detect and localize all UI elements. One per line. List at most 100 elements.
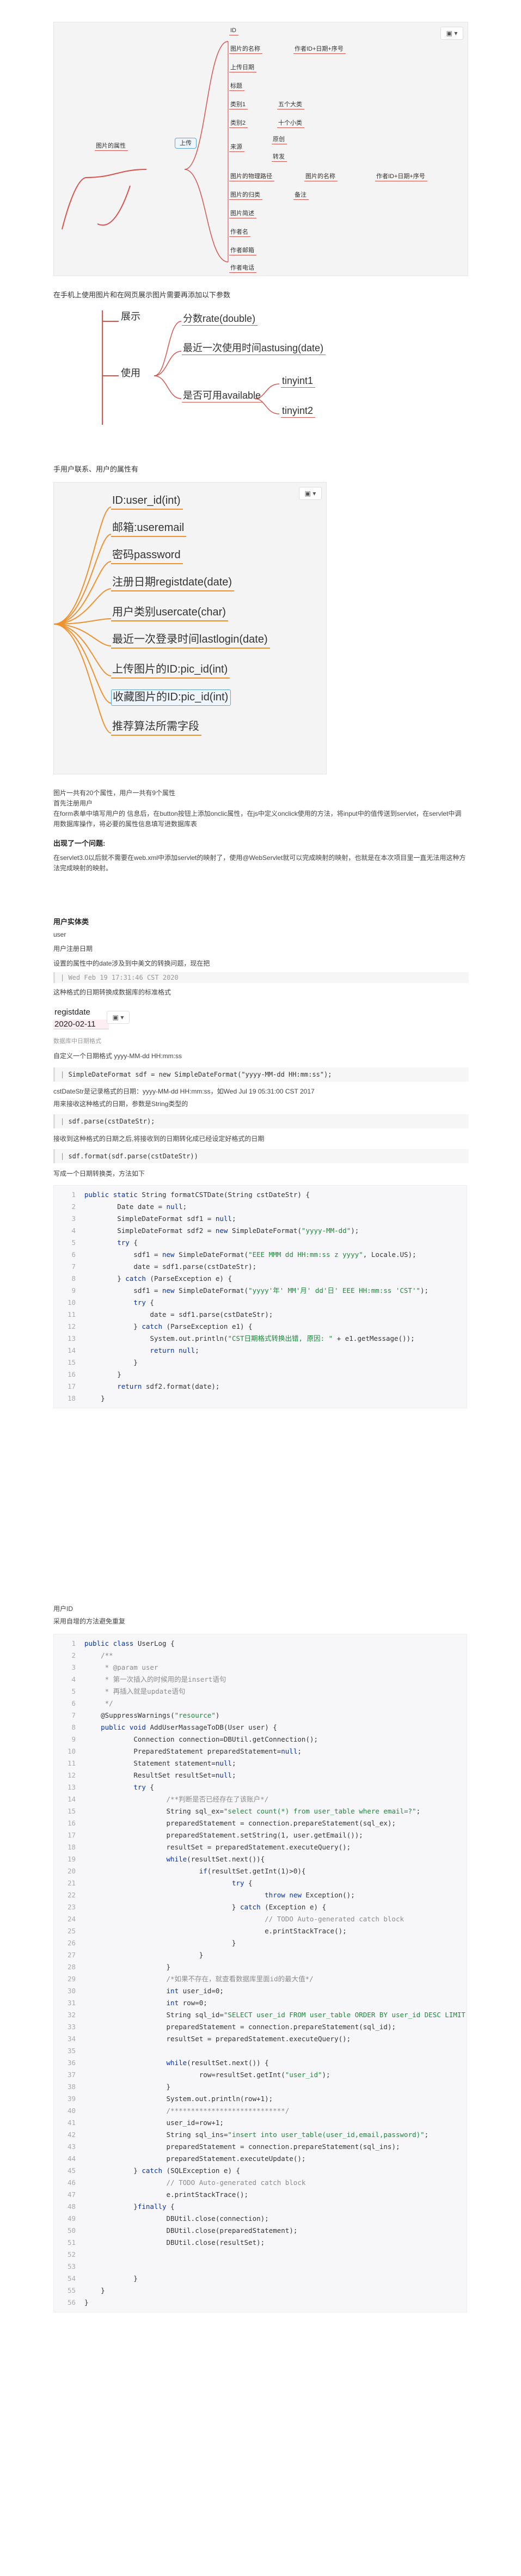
code-line: 14 return null; (54, 1345, 467, 1357)
line-number: 22 (67, 1891, 76, 1899)
mindmap2-show: 展示 (121, 311, 140, 322)
code-text: } catch (Exception e) { (84, 1903, 327, 1911)
section3-title: 用户ID (53, 1605, 73, 1613)
code-line: 1 public static String formatCSTDate(Stri… (54, 1189, 467, 1201)
line-number: 1 (71, 1191, 76, 1199)
code-line: 9 Connection connection=DBUtil.getConnec… (54, 1733, 467, 1745)
code-line: 2 /** (54, 1650, 467, 1662)
code-line: 14 /**判断是否已经存在了该账户*/ (54, 1793, 467, 1805)
mindmap-item-title: 标题 (229, 82, 244, 91)
line-number: 49 (67, 2214, 76, 2223)
mindmap-item-cat1: 类别1 (229, 101, 248, 109)
sample-prefix: | (60, 974, 69, 981)
line-number: 26 (67, 1939, 76, 1947)
image-toolbar-button-3[interactable]: ▣ ▾ (107, 1011, 130, 1024)
code-line: 11 date = sdf1.parse(cstDateStr); (54, 1309, 467, 1321)
mindmap-item-author-email: 作者邮箱 (229, 247, 256, 255)
code-text: row=resultSet.getInt("user_id"); (199, 2071, 330, 2079)
code-line: 31 int row=0; (54, 1997, 467, 2009)
code-line: 21 try { (54, 1877, 467, 1889)
code-line: 25 e.printStackTrace(); (54, 1925, 467, 1937)
line-number: 52 (67, 2250, 76, 2258)
code-text: } (84, 1358, 138, 1366)
code-text: try { (133, 1783, 154, 1791)
mindmap-item-id: ID (229, 27, 238, 35)
line-number: 42 (67, 2131, 76, 2139)
code-text: String sql_ex="select count(*) from user… (166, 1807, 421, 1815)
code-sdf-format: | sdf.format(sdf.parse(cstDateStr)) (53, 1149, 469, 1163)
section2-desc4: 写成一个日期转换类，方法如下 (53, 1170, 145, 1177)
line-number: 32 (67, 2011, 76, 2019)
code-text: } (84, 1951, 204, 1959)
line-number: 55 (67, 2286, 76, 2294)
code-line: 10 try { (54, 1297, 467, 1309)
code-line: 8 public void AddUserMassageToDB(User us… (54, 1722, 467, 1733)
code-line: 10 PreparedStatement preparedStatement=n… (54, 1745, 467, 1757)
code-text: Connection connection=DBUtil.getConnecti… (133, 1735, 318, 1743)
mindmap-source-forward: 转发 (272, 153, 287, 162)
code-text: } (84, 2298, 89, 2306)
mindmap3-upload-pic-id: 上传图片的ID:pic_id(int) (111, 662, 230, 679)
mindmap3-registdate: 注册日期registdate(date) (111, 575, 235, 591)
code-line: 32 String sql_id="SELECT user_id FROM us… (54, 2009, 467, 2021)
code-line: 22 throw new Exception(); (54, 1889, 467, 1901)
code-text: user_id=row+1; (166, 2119, 224, 2127)
code-text: DBUtil.close(preparedStatement); (166, 2226, 298, 2235)
mindmap-name-note: 作者ID+日期+序号 (293, 45, 346, 54)
code-line: 13 System.out.println("CST日期格式转换出错, 原因: … (54, 1333, 467, 1345)
code-line: 7 @SuppressWarnings("resource") (54, 1710, 467, 1722)
code-text: } (84, 2274, 138, 2282)
code-line: 29 /*如果不存在，就查看数据库里面id的最大值*/ (54, 1973, 467, 1985)
line-number: 6 (71, 1250, 76, 1259)
code-text: if(resultSet.getInt(1)>0){ (199, 1867, 306, 1875)
image-toolbar-button[interactable]: ▣ ▾ (440, 27, 463, 40)
code-text: } (84, 1370, 121, 1378)
code-text: SimpleDateFormat sdf2 = new SimpleDateFo… (117, 1226, 359, 1235)
mindmap-item-author-phone: 作者电话 (229, 264, 256, 273)
code-text: // TODO Auto-generated catch block (84, 1915, 404, 1923)
code-line: 42 String sql_ins="insert into user_tabl… (54, 2129, 467, 2141)
section2-line-user: user (53, 931, 66, 938)
code-text: return null; (150, 1346, 199, 1354)
line-number: 18 (67, 1843, 76, 1851)
mindmap2-tiny1: tinyint1 (281, 375, 316, 388)
code-text: } (84, 2083, 171, 2091)
code-text: * 再插入就是update语句 (84, 1687, 186, 1695)
line-number: 14 (67, 1795, 76, 1803)
code-text: preparedStatement.executeUpdate(); (166, 2154, 306, 2163)
mindmap3-recommend: 推荐算法所需字段 (111, 719, 201, 736)
mindmap-classify-note: 备注 (293, 191, 309, 200)
image-toolbar-button-2[interactable]: ▣ ▾ (299, 487, 322, 500)
line-number: 19 (67, 1855, 76, 1863)
line-number: 3 (71, 1214, 76, 1223)
code-text: int row=0; (166, 1999, 207, 2007)
mindmap-item-name: 图片的名称 (229, 45, 262, 54)
code-line: 6 sdf1 = new SimpleDateFormat("EEE MMM d… (54, 1249, 467, 1261)
code-text: public static String formatCSTDate(Strin… (84, 1191, 310, 1199)
code-text: preparedStatement = connection.prepareSt… (166, 2023, 396, 2031)
line-number: 53 (67, 2262, 76, 2270)
line-number: 40 (67, 2107, 76, 2115)
line-number: 51 (67, 2238, 76, 2247)
code-text: */ (84, 1699, 113, 1707)
line-number: 8 (71, 1723, 76, 1731)
code-line: 19 while(resultSet.next()){ (54, 1853, 467, 1865)
code-text: } catch (SQLException e) { (84, 2166, 241, 2175)
db-date-screenshot: registdate 2020-02-11 ▣ ▾ (53, 1008, 189, 1031)
code-line: 44 preparedStatement.executeUpdate(); (54, 2153, 467, 2165)
code-line: 33 preparedStatement = connection.prepar… (54, 2021, 467, 2033)
mindmap-item-author: 作者名 (229, 228, 250, 237)
line-number: 3 (71, 1663, 76, 1671)
mindmap-item-date: 上传日期 (229, 64, 256, 72)
code-line: 15 String sql_ex="select count(*) from u… (54, 1805, 467, 1817)
line-number: 10 (67, 1747, 76, 1755)
code-line: 56} (54, 2297, 467, 2309)
code-prefix: | (60, 1071, 69, 1078)
code-text: System.out.println(row+1); (166, 2095, 273, 2103)
line-number: 2 (71, 1202, 76, 1211)
para-register-first: 首先注册用户 (53, 799, 93, 807)
image-edit-icon: ▣ ▾ (304, 490, 316, 497)
line-number: 8 (71, 1274, 76, 1283)
